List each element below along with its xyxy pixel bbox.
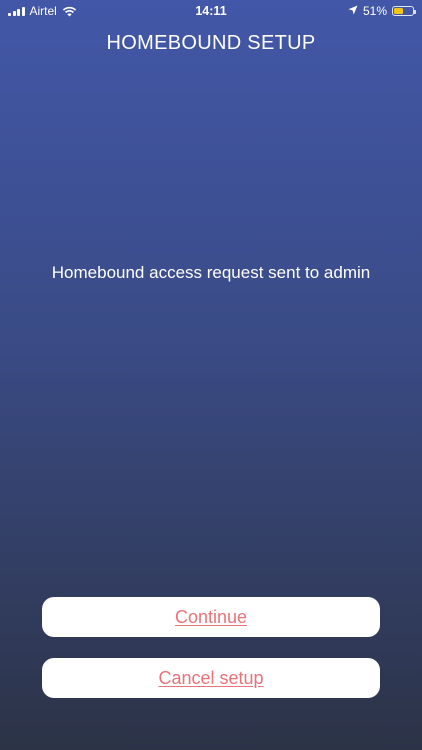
status-message: Homebound access request sent to admin [51, 263, 371, 282]
battery-icon [392, 6, 416, 16]
status-bar: Airtel 14:11 51% [0, 0, 422, 22]
status-right: 51% [348, 0, 416, 22]
location-arrow-icon [348, 0, 358, 22]
battery-fill [394, 8, 404, 14]
battery-percent: 51% [362, 4, 387, 18]
page-title: HOMEBOUND SETUP [106, 32, 316, 54]
cancel-setup-button-label: Cancel setup [158, 667, 264, 688]
continue-button-label: Continue [174, 606, 248, 627]
cancel-setup-button[interactable]: Cancel setup [42, 658, 380, 698]
continue-button[interactable]: Continue [42, 597, 380, 637]
